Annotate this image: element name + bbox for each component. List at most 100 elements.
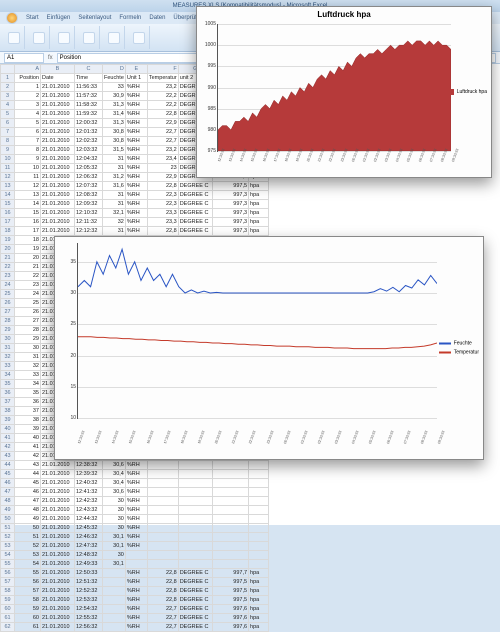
col-header[interactable]: B	[41, 65, 75, 74]
cell[interactable]	[147, 506, 178, 515]
cell[interactable]	[212, 515, 248, 524]
row-header[interactable]: 39	[1, 416, 15, 425]
cell[interactable]: 12:51:32	[75, 578, 103, 587]
cell[interactable]: 31,4	[103, 110, 126, 119]
row-header[interactable]: 37	[1, 398, 15, 407]
row-header[interactable]: 2	[1, 83, 15, 92]
cell[interactable]: 31	[103, 164, 126, 173]
cell[interactable]	[147, 560, 178, 569]
tab-pagelayout[interactable]: Seitenlayout	[78, 15, 111, 21]
cell[interactable]: DEGREE C	[178, 200, 212, 209]
cell[interactable]	[249, 488, 269, 497]
cell[interactable]: 46	[15, 488, 41, 497]
row-header[interactable]: 19	[1, 236, 15, 245]
cell[interactable]: 21.01.2010	[41, 551, 75, 560]
cell[interactable]	[103, 596, 126, 605]
cell[interactable]: 12:06:32	[75, 173, 103, 182]
cell[interactable]: 22,8	[147, 569, 178, 578]
row-header[interactable]: 30	[1, 335, 15, 344]
cell[interactable]: 3	[15, 101, 41, 110]
row-header[interactable]: 25	[1, 290, 15, 299]
cell[interactable]: hpa	[249, 596, 269, 605]
fx-icon[interactable]: fx	[48, 55, 53, 61]
cell[interactable]: 12:43:32	[75, 506, 103, 515]
cell[interactable]: 12:10:32	[75, 209, 103, 218]
row-header[interactable]: 61	[1, 614, 15, 623]
cell[interactable]: DEGREE C	[178, 569, 212, 578]
row-header[interactable]: 13	[1, 182, 15, 191]
row-header[interactable]: 49	[1, 506, 15, 515]
cell[interactable]: 22,7	[147, 137, 178, 146]
row-header[interactable]: 35	[1, 380, 15, 389]
cell[interactable]: %RH	[125, 497, 147, 506]
cell[interactable]	[249, 515, 269, 524]
tab-insert[interactable]: Einfügen	[47, 15, 71, 21]
cell[interactable]: 21.01.2010	[41, 479, 75, 488]
cell[interactable]: 31	[103, 155, 126, 164]
cell[interactable]: 21.01.2010	[41, 209, 75, 218]
cell[interactable]: 22,7	[147, 614, 178, 623]
cell[interactable]	[249, 533, 269, 542]
cell[interactable]: %RH	[125, 569, 147, 578]
row-header[interactable]: 8	[1, 137, 15, 146]
cell[interactable]: 17	[15, 227, 41, 236]
cell[interactable]: DEGREE C	[178, 587, 212, 596]
cell[interactable]: 14	[15, 200, 41, 209]
cell[interactable]: %RH	[125, 461, 147, 470]
row-header[interactable]: 52	[1, 533, 15, 542]
row-header[interactable]: 22	[1, 263, 15, 272]
row-header[interactable]: 7	[1, 128, 15, 137]
row-header[interactable]: 38	[1, 407, 15, 416]
cell[interactable]: 21.01.2010	[41, 155, 75, 164]
cell[interactable]: 43	[15, 461, 41, 470]
row-header[interactable]: 26	[1, 299, 15, 308]
cell[interactable]: 21.01.2010	[41, 164, 75, 173]
cell[interactable]: 21.01.2010	[41, 461, 75, 470]
cell[interactable]: 22	[15, 272, 41, 281]
cell[interactable]: %RH	[125, 209, 147, 218]
cell[interactable]	[147, 497, 178, 506]
header-cell[interactable]: Date	[41, 74, 75, 83]
cell[interactable]	[249, 560, 269, 569]
cell[interactable]: 21.01.2010	[41, 515, 75, 524]
cell[interactable]: 24	[15, 290, 41, 299]
cell[interactable]: 31,3	[103, 119, 126, 128]
row-header[interactable]: 50	[1, 515, 15, 524]
cell[interactable]: 12:08:32	[75, 191, 103, 200]
cell[interactable]: 58	[15, 596, 41, 605]
cell[interactable]: %RH	[125, 200, 147, 209]
cell[interactable]: 53	[15, 551, 41, 560]
cell[interactable]: 29	[15, 335, 41, 344]
cell[interactable]: %RH	[125, 146, 147, 155]
row-header[interactable]: 43	[1, 452, 15, 461]
cell[interactable]: 22,8	[147, 182, 178, 191]
cell[interactable]: 21.01.2010	[41, 218, 75, 227]
cell[interactable]: 51	[15, 533, 41, 542]
cell[interactable]	[178, 551, 212, 560]
cell[interactable]: 30,1	[103, 560, 126, 569]
cell[interactable]: %RH	[125, 578, 147, 587]
cell[interactable]: 12:47:32	[75, 542, 103, 551]
cell[interactable]: 30	[103, 506, 126, 515]
cell[interactable]: 39	[15, 425, 41, 434]
cell[interactable]: 21.01.2010	[41, 542, 75, 551]
cell[interactable]: 52	[15, 542, 41, 551]
cell[interactable]: hpa	[249, 209, 269, 218]
cell[interactable]	[212, 506, 248, 515]
paste-button[interactable]	[8, 32, 20, 44]
cell[interactable]: 2	[15, 92, 41, 101]
cell[interactable]: %RH	[125, 128, 147, 137]
cell[interactable]: 22,2	[147, 101, 178, 110]
col-header[interactable]: E	[125, 65, 147, 74]
row-header[interactable]: 1	[1, 74, 15, 83]
cell[interactable]: 38	[15, 416, 41, 425]
cell[interactable]: 23,2	[147, 146, 178, 155]
cell[interactable]: 20	[15, 254, 41, 263]
header-cell[interactable]: Temperatur	[147, 74, 178, 83]
chart-luftdruck[interactable]: Luftdruck hpa 97598098599099510001005 Lu…	[196, 6, 492, 178]
cell[interactable]: 7	[15, 137, 41, 146]
tab-start[interactable]: Start	[26, 15, 39, 21]
cell[interactable]: %RH	[125, 137, 147, 146]
cell[interactable]: %RH	[125, 218, 147, 227]
cell[interactable]: 23	[147, 164, 178, 173]
